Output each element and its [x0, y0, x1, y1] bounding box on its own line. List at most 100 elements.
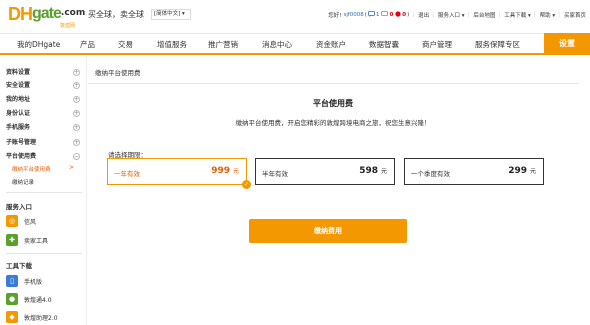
- sidebar-item-platform-fee[interactable]: 平台使用费 −: [6, 150, 82, 163]
- price-unit: 元: [232, 168, 239, 175]
- page-title: 平台使用费: [313, 99, 353, 108]
- nav-data-advisor[interactable]: 数据智囊: [369, 39, 399, 50]
- selected-check-icon: ✓: [242, 180, 251, 189]
- tools-icon: ✚: [6, 234, 18, 246]
- msg-open: (: [364, 12, 367, 18]
- nav-merchant-mgmt[interactable]: 商户管理: [422, 39, 452, 50]
- tool-label: 敦煌通4.0: [24, 296, 52, 304]
- sidebar-download-dhtong[interactable]: ● 敦煌通4.0: [6, 292, 52, 306]
- nav-message-center[interactable]: 消息中心: [262, 39, 292, 50]
- option-price: 598 元: [359, 166, 387, 176]
- sidebar-item-mobile[interactable]: 手机服务 +: [6, 121, 82, 134]
- breadcrumb: 缴纳平台使用费: [95, 69, 141, 77]
- logo-subtitle: 敦煌网: [60, 23, 76, 29]
- buyer-home-link[interactable]: 买家首页: [564, 11, 586, 19]
- sidebar-download-mobile[interactable]: ▯ 手机版: [6, 274, 42, 288]
- top-header: DH gate .com 敦煌网 买全球，卖全球 [简体中文] ▾ 您好! sj…: [0, 0, 590, 33]
- username-link[interactable]: sjf0008: [343, 12, 363, 18]
- message-icon-svg: [368, 11, 375, 17]
- tool-label: 卖家工具: [24, 237, 49, 245]
- message-count[interactable]: 1: [376, 12, 380, 18]
- sidebar-tool-seller-tools[interactable]: ✚ 卖家工具: [6, 233, 48, 247]
- sidebar-item-label: 身份认证: [6, 110, 31, 117]
- page-description: 缴纳平台使用费，开启您精彩的敦煌跨境电商之旅，祝您生意兴隆！: [235, 119, 431, 127]
- option-price: 999 元: [211, 166, 239, 176]
- tool-label: 信风: [24, 218, 37, 226]
- sidebar-item-address[interactable]: 我的地址 +: [6, 93, 82, 106]
- nav-value-added[interactable]: 增值服务: [157, 39, 187, 50]
- dhgate-logo[interactable]: DH gate .com 敦煌网: [8, 4, 85, 29]
- expand-icon[interactable]: +: [73, 69, 80, 76]
- slogan: 买全球，卖全球: [88, 10, 144, 19]
- sidebar-item-profile[interactable]: 资料设置 +: [6, 66, 82, 79]
- divider: [6, 192, 82, 193]
- price-value: 598: [359, 166, 378, 176]
- nav-products[interactable]: 产品: [80, 39, 95, 50]
- message-icon[interactable]: [368, 11, 375, 19]
- nav-settings[interactable]: 设置: [544, 33, 590, 54]
- pay-fee-button[interactable]: 缴纳费用: [249, 219, 407, 243]
- period-option-one-year[interactable]: 一年有效 999 元 ✓: [107, 158, 251, 189]
- notice-icon[interactable]: [381, 11, 389, 19]
- xinfeng-icon: ◎: [6, 215, 18, 227]
- main-nav: 我的DHgate 产品 交易 增值服务 推广营销 消息中心 资金账户 数据智囊 …: [0, 33, 590, 55]
- alert-icon[interactable]: [395, 11, 401, 19]
- sep: |: [412, 12, 415, 18]
- sep: |: [498, 12, 501, 18]
- logo-dh: DH: [8, 4, 33, 24]
- greeting: 您好!: [328, 13, 342, 19]
- assistant-icon: ◆: [6, 311, 18, 323]
- nav-my-dhgate[interactable]: 我的DHgate: [17, 39, 60, 50]
- dhtong-icon: ●: [6, 293, 18, 305]
- nav-fund-account[interactable]: 资金账户: [316, 39, 346, 50]
- price-value: 999: [211, 166, 230, 176]
- sidebar-item-label: 平台使用费: [6, 153, 37, 160]
- nav-marketing[interactable]: 推广营销: [208, 39, 238, 50]
- notice-count[interactable]: 0: [389, 12, 393, 18]
- tool-label: 敦煌助理2.0: [24, 314, 58, 322]
- expand-icon[interactable]: +: [73, 124, 80, 131]
- price-value: 299: [508, 166, 527, 176]
- help-menu[interactable]: 帮助 ▾: [540, 11, 556, 19]
- sep: |: [533, 12, 536, 18]
- divider: [88, 83, 578, 84]
- expand-icon[interactable]: +: [73, 110, 80, 117]
- option-name: 一年有效: [114, 170, 140, 178]
- option-name: 半年有效: [262, 170, 288, 178]
- sidebar-download-assistant[interactable]: ◆ 敦煌助理2.0: [6, 310, 58, 324]
- tools-section-title: 工具下载: [6, 262, 32, 270]
- sidebar-tool-xinfeng[interactable]: ◎ 信风: [6, 214, 36, 228]
- expand-icon[interactable]: +: [73, 82, 80, 89]
- expand-icon[interactable]: +: [73, 139, 80, 146]
- alert-circle-icon: [395, 11, 401, 17]
- tools-download-menu[interactable]: 工具下载 ▾: [504, 11, 531, 19]
- service-section-title: 服务入口: [6, 203, 32, 211]
- alert-count[interactable]: 0: [402, 12, 406, 18]
- sidebar-item-security[interactable]: 安全设置 +: [6, 79, 82, 92]
- divider: [6, 253, 82, 254]
- backend-map-link[interactable]: 后台地图: [473, 11, 495, 19]
- price-unit: 元: [380, 168, 387, 175]
- service-entry-menu[interactable]: 服务入口 ▾: [438, 11, 465, 19]
- language-select[interactable]: [简体中文] ▾: [151, 9, 191, 20]
- comment-icon: [381, 11, 389, 16]
- collapse-icon[interactable]: −: [73, 153, 80, 160]
- sidebar-item-subaccount[interactable]: 子账号管理 +: [6, 136, 82, 149]
- msg-close: ): [407, 12, 410, 18]
- sidebar: 资料设置 + 安全设置 + 我的地址 + 身份认证 + 手机服务 + 子账号管理 + 平台使…: [0, 56, 87, 325]
- period-option-half-year[interactable]: 半年有效 598 元: [255, 158, 395, 185]
- sidebar-sub-pay-fee[interactable]: 缴纳平台使用费: [12, 165, 51, 173]
- sidebar-sub-pay-records[interactable]: 缴纳记录: [12, 178, 34, 186]
- logo-gate: gate: [32, 5, 62, 22]
- main-content: 缴纳平台使用费 平台使用费 缴纳平台使用费，开启您精彩的敦煌跨境电商之旅，祝您生…: [88, 56, 590, 325]
- nav-service-guarantee[interactable]: 服务保障专区: [475, 39, 520, 50]
- period-option-quarter[interactable]: 一个季度有效 299 元: [404, 158, 544, 185]
- sidebar-item-identity[interactable]: 身份认证 +: [6, 107, 82, 120]
- nav-trade[interactable]: 交易: [118, 39, 133, 50]
- sidebar-item-label: 手机服务: [6, 124, 31, 131]
- sep: |: [432, 12, 434, 18]
- sidebar-item-label: 资料设置: [6, 69, 31, 76]
- logout-link[interactable]: 退出: [418, 11, 429, 19]
- expand-icon[interactable]: +: [73, 96, 80, 103]
- sidebar-item-label: 我的地址: [6, 96, 31, 103]
